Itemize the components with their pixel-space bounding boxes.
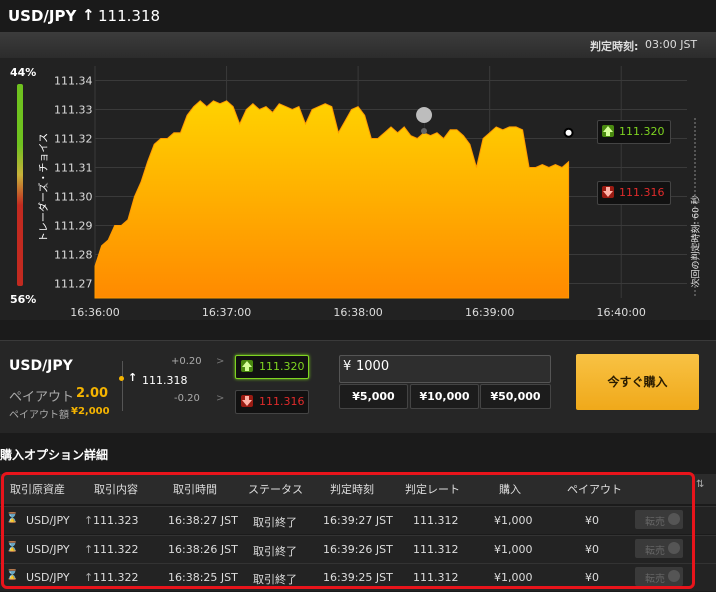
- y-tick-label: 111.29: [54, 220, 93, 233]
- y-tick-label: 111.30: [54, 191, 93, 204]
- y-tick-label: 111.28: [54, 249, 93, 262]
- x-tick-label: 16:36:00: [70, 306, 119, 319]
- y-tick-label: 111.31: [54, 162, 93, 175]
- low-button[interactable]: 111.316: [235, 390, 309, 414]
- arrow-down-icon: [602, 186, 614, 198]
- details-title: 購入オプション詳細: [0, 448, 109, 462]
- chevron-right-icon: >: [216, 356, 225, 367]
- current-price: 111.318: [98, 7, 161, 25]
- arrow-down-icon: [241, 395, 253, 407]
- price-up-arrow-icon: ↑: [82, 6, 95, 24]
- trade-symbol: USD/JPY: [9, 358, 73, 374]
- chart-rate-down-value: 111.316: [619, 186, 665, 199]
- payout-label: ペイアウト: [9, 390, 75, 405]
- chart-rate-down-tag: 111.316: [597, 181, 671, 205]
- arrow-up-icon: [602, 125, 614, 137]
- chevron-right-icon: >: [216, 393, 225, 404]
- amount-preset-50000-button[interactable]: ¥50,000: [480, 384, 551, 409]
- chart-rate-up-tag: 111.320: [597, 120, 671, 144]
- plus-range: +0.20: [171, 356, 202, 367]
- payout-amount-label: ペイアウト額: [9, 410, 69, 421]
- last-price-marker: [563, 127, 574, 138]
- judge-time-label: 判定時刻:: [590, 40, 639, 53]
- next-judge-label: 次回の判定時刻: 60 秒: [691, 195, 702, 288]
- y-tick-label: 111.27: [54, 278, 93, 291]
- judge-time: 03:00 JST: [645, 38, 698, 51]
- trade-price: 111.318: [142, 374, 188, 387]
- high-rate: 111.320: [259, 360, 305, 373]
- highlight-box: [1, 472, 695, 589]
- trader-choice-bar: [17, 84, 23, 286]
- amount-preset-10000-button[interactable]: ¥10,000: [410, 384, 479, 409]
- trade-arrow-icon: ↑: [128, 371, 138, 384]
- amount-preset-5000-button[interactable]: ¥5,000: [339, 384, 408, 409]
- x-tick-label: 16:38:00: [333, 306, 382, 319]
- chart-rate-up-value: 111.320: [619, 125, 665, 138]
- y-tick-label: 111.32: [54, 133, 93, 146]
- buy-now-button[interactable]: 今すぐ購入: [576, 354, 699, 410]
- trader-choice-down-percent: 56%: [10, 293, 37, 306]
- minus-range: -0.20: [174, 393, 200, 404]
- x-tick-label: 16:37:00: [202, 306, 251, 319]
- sort-icon[interactable]: ⇅: [696, 479, 704, 490]
- next-judge-countdown: 次回の判定時刻: 60 秒: [688, 110, 702, 290]
- amount-value[interactable]: 1000: [356, 359, 389, 374]
- x-tick-label: 16:39:00: [465, 306, 514, 319]
- arrow-up-icon: [241, 360, 253, 372]
- y-tick-label: 111.33: [54, 104, 93, 117]
- low-rate: 111.316: [259, 395, 305, 408]
- y-tick-label: 111.34: [54, 75, 93, 88]
- x-tick-label: 16:40:00: [597, 306, 646, 319]
- asset-symbol: USD/JPY: [8, 7, 77, 25]
- payout-amount: ¥2,000: [71, 406, 110, 417]
- trader-choice-up-percent: 44%: [10, 66, 37, 79]
- amount-currency: ¥: [343, 359, 352, 374]
- high-button[interactable]: 111.320: [235, 355, 309, 379]
- payout-value: 2.00: [76, 386, 109, 401]
- price-dot-icon: [119, 376, 124, 381]
